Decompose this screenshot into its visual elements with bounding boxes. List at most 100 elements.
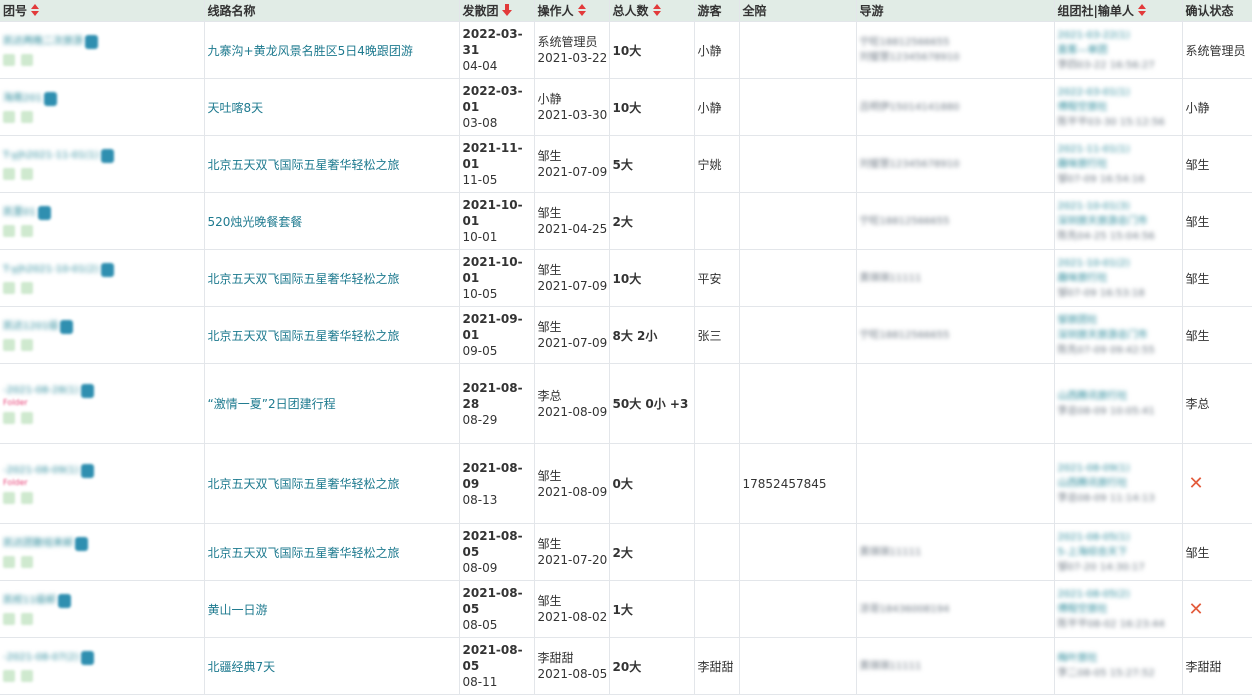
agency-name[interactable]: 山西腾讯旅行社 bbox=[1058, 476, 1182, 491]
arrow-down-icon[interactable] bbox=[501, 4, 512, 16]
agency-name[interactable]: 直客—单团 bbox=[1058, 43, 1182, 58]
copy-icon[interactable] bbox=[21, 412, 33, 424]
team-code-text[interactable]: 凯里01 bbox=[3, 205, 36, 220]
agency-name[interactable]: 深圳旅天旅游总门市 bbox=[1058, 214, 1182, 229]
edit-icon[interactable] bbox=[3, 670, 15, 682]
team-code[interactable]: 海南201 bbox=[3, 91, 203, 106]
code-icon[interactable] bbox=[80, 463, 94, 478]
team-code-text[interactable]: 凯校11级邮 bbox=[3, 593, 56, 608]
sort-icon[interactable] bbox=[1137, 4, 1147, 16]
code-icon[interactable] bbox=[80, 383, 94, 398]
agency-code[interactable]: 2021-10-01(2) bbox=[1058, 256, 1182, 271]
edit-icon[interactable] bbox=[3, 556, 15, 568]
sort-icon[interactable] bbox=[652, 4, 662, 16]
edit-icon[interactable] bbox=[3, 492, 15, 504]
team-code-text[interactable]: T-yjh2021-10-01(2) bbox=[3, 262, 99, 277]
edit-icon[interactable] bbox=[3, 225, 15, 237]
agency-code[interactable]: 2021-11-01(1) bbox=[1058, 142, 1182, 157]
code-icon[interactable] bbox=[80, 650, 94, 665]
team-code-text[interactable]: T-yjh2021-11-01(1) bbox=[3, 148, 99, 163]
route-link[interactable]: 天吐喀8天 bbox=[208, 101, 264, 115]
route-link[interactable]: 北京五天双飞国际五星奢华轻松之旅 bbox=[208, 546, 400, 560]
code-icon[interactable] bbox=[44, 91, 58, 106]
team-code-text[interactable]: 凯达两晚二次旅游 bbox=[3, 34, 83, 49]
close-icon[interactable]: ✕ bbox=[1189, 473, 1204, 494]
agency-code[interactable]: 2021-08-09(1) bbox=[1058, 461, 1182, 476]
edit-icon[interactable] bbox=[3, 339, 15, 351]
agency-name[interactable]: 山西腾讯旅行社 bbox=[1058, 389, 1182, 404]
close-icon[interactable]: ✕ bbox=[1189, 599, 1204, 620]
team-code[interactable]: T-yjh2021-11-01(1) bbox=[3, 148, 203, 163]
team-code[interactable]: -2021-08-07(2) bbox=[3, 650, 203, 665]
edit-icon[interactable] bbox=[3, 168, 15, 180]
edit-icon[interactable] bbox=[3, 111, 15, 123]
agency-name[interactable]: 傅程空旅社 bbox=[1058, 602, 1182, 617]
edit-icon[interactable] bbox=[3, 282, 15, 294]
code-icon[interactable] bbox=[85, 34, 98, 49]
agency-code[interactable]: 梅叶旅社 bbox=[1058, 651, 1182, 666]
copy-icon[interactable] bbox=[21, 168, 33, 180]
route-link[interactable]: 北京五天双飞国际五星奢华轻松之旅 bbox=[208, 272, 400, 286]
agency-code[interactable]: 2022-03-01(1) bbox=[1058, 85, 1182, 100]
edit-icon[interactable] bbox=[3, 412, 15, 424]
agency-name[interactable]: 趣味旅行社 bbox=[1058, 271, 1182, 286]
agency-code[interactable]: 2021-03-22(1) bbox=[1058, 28, 1182, 43]
copy-icon[interactable] bbox=[21, 670, 33, 682]
route-name-cell[interactable]: 北京五天双飞国际五星奢华轻松之旅 bbox=[204, 249, 460, 307]
agency-code[interactable]: 2021-08-05(1) bbox=[1058, 530, 1182, 545]
route-link[interactable]: 北京五天双飞国际五星奢华轻松之旅 bbox=[208, 477, 400, 491]
team-code-text[interactable]: 凯达1201级 bbox=[3, 319, 58, 334]
agency-code[interactable]: 2021-10-01(3) bbox=[1058, 199, 1182, 214]
copy-icon[interactable] bbox=[21, 225, 33, 237]
header-team-no[interactable]: 团号 bbox=[0, 0, 205, 22]
team-code-text[interactable]: -2021-08-07(2) bbox=[3, 650, 79, 665]
code-icon[interactable] bbox=[57, 593, 71, 608]
route-name-cell[interactable]: “激情一夏”2日团建行程 bbox=[204, 363, 460, 444]
team-code[interactable]: 凯达两晚二次旅游 bbox=[3, 34, 203, 49]
code-icon[interactable] bbox=[37, 205, 51, 220]
route-link[interactable]: 北京五天双飞国际五星奢华轻松之旅 bbox=[208, 329, 400, 343]
sort-icon[interactable] bbox=[30, 4, 40, 16]
copy-icon[interactable] bbox=[21, 556, 33, 568]
header-depart[interactable]: 发散团 bbox=[459, 0, 535, 22]
agency-code[interactable]: 邹旅团社 bbox=[1058, 313, 1182, 328]
agency-name[interactable]: 傅程空旅社 bbox=[1058, 100, 1182, 115]
route-link[interactable]: 黄山一日游 bbox=[208, 603, 268, 617]
code-icon[interactable] bbox=[100, 262, 114, 277]
code-icon[interactable] bbox=[75, 536, 88, 551]
agency-code[interactable]: 2021-08-05(2) bbox=[1058, 587, 1182, 602]
copy-icon[interactable] bbox=[21, 339, 33, 351]
route-link[interactable]: 北京五天双飞国际五星奢华轻松之旅 bbox=[208, 158, 400, 172]
team-code-text[interactable]: 凯达团散组来邮 bbox=[3, 536, 73, 551]
team-code[interactable]: -2021-08-09(1) bbox=[3, 463, 203, 478]
route-name-cell[interactable]: 北疆经典7天 bbox=[204, 637, 460, 695]
route-name-cell[interactable]: 北京五天双飞国际五星奢华轻松之旅 bbox=[204, 443, 460, 524]
copy-icon[interactable] bbox=[21, 111, 33, 123]
team-code[interactable]: 凯达1201级 bbox=[3, 319, 203, 334]
route-name-cell[interactable]: 北京五天双飞国际五星奢华轻松之旅 bbox=[204, 306, 460, 364]
header-agency[interactable]: 组团社|输单人 bbox=[1054, 0, 1183, 22]
header-total[interactable]: 总人数 bbox=[609, 0, 695, 22]
agency-name[interactable]: 5-上海综合天下 bbox=[1058, 545, 1182, 560]
route-name-cell[interactable]: 北京五天双飞国际五星奢华轻松之旅 bbox=[204, 523, 460, 581]
route-name-cell[interactable]: 天吐喀8天 bbox=[204, 78, 460, 136]
code-icon[interactable] bbox=[60, 319, 74, 334]
copy-icon[interactable] bbox=[21, 613, 33, 625]
copy-icon[interactable] bbox=[21, 282, 33, 294]
edit-icon[interactable] bbox=[3, 613, 15, 625]
copy-icon[interactable] bbox=[21, 492, 33, 504]
agency-name[interactable]: 深圳旅天旅游总门市 bbox=[1058, 328, 1182, 343]
route-name-cell[interactable]: 北京五天双飞国际五星奢华轻松之旅 bbox=[204, 135, 460, 193]
copy-icon[interactable] bbox=[21, 54, 33, 66]
team-code-text[interactable]: -2021-08-28(1) bbox=[3, 383, 79, 398]
team-code[interactable]: 凯达团散组来邮 bbox=[3, 536, 203, 551]
team-code[interactable]: 凯校11级邮 bbox=[3, 593, 203, 608]
team-code-text[interactable]: 海南201 bbox=[3, 91, 42, 106]
team-code[interactable]: T-yjh2021-10-01(2) bbox=[3, 262, 203, 277]
route-name-cell[interactable]: 520烛光晚餐套餐 bbox=[204, 192, 460, 250]
team-code[interactable]: -2021-08-28(1) bbox=[3, 383, 203, 398]
header-operator[interactable]: 操作人 bbox=[534, 0, 610, 22]
code-icon[interactable] bbox=[100, 148, 114, 163]
team-code-text[interactable]: -2021-08-09(1) bbox=[3, 463, 79, 478]
route-link[interactable]: 九寨沟+黄龙风景名胜区5日4晚跟团游 bbox=[208, 44, 413, 58]
